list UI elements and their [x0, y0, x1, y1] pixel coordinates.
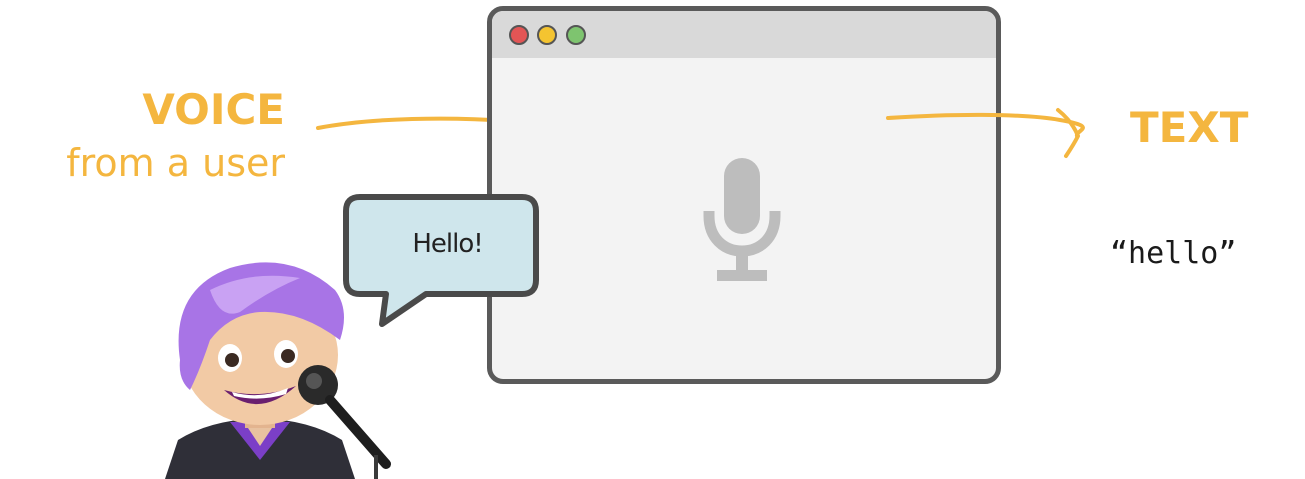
- voice-subtitle: from a user: [66, 141, 285, 185]
- close-dot-icon[interactable]: [509, 25, 529, 45]
- microphone-icon: [703, 158, 781, 281]
- maximize-dot-icon[interactable]: [566, 25, 586, 45]
- transcription-result: “hello”: [1110, 236, 1237, 271]
- user-with-microphone-icon: [165, 262, 391, 479]
- output-arrow: [886, 108, 1085, 158]
- minimize-dot-icon[interactable]: [537, 25, 557, 45]
- app-window: [487, 6, 1001, 384]
- voice-label: VOICE: [142, 85, 285, 134]
- text-label: TEXT: [1130, 103, 1249, 152]
